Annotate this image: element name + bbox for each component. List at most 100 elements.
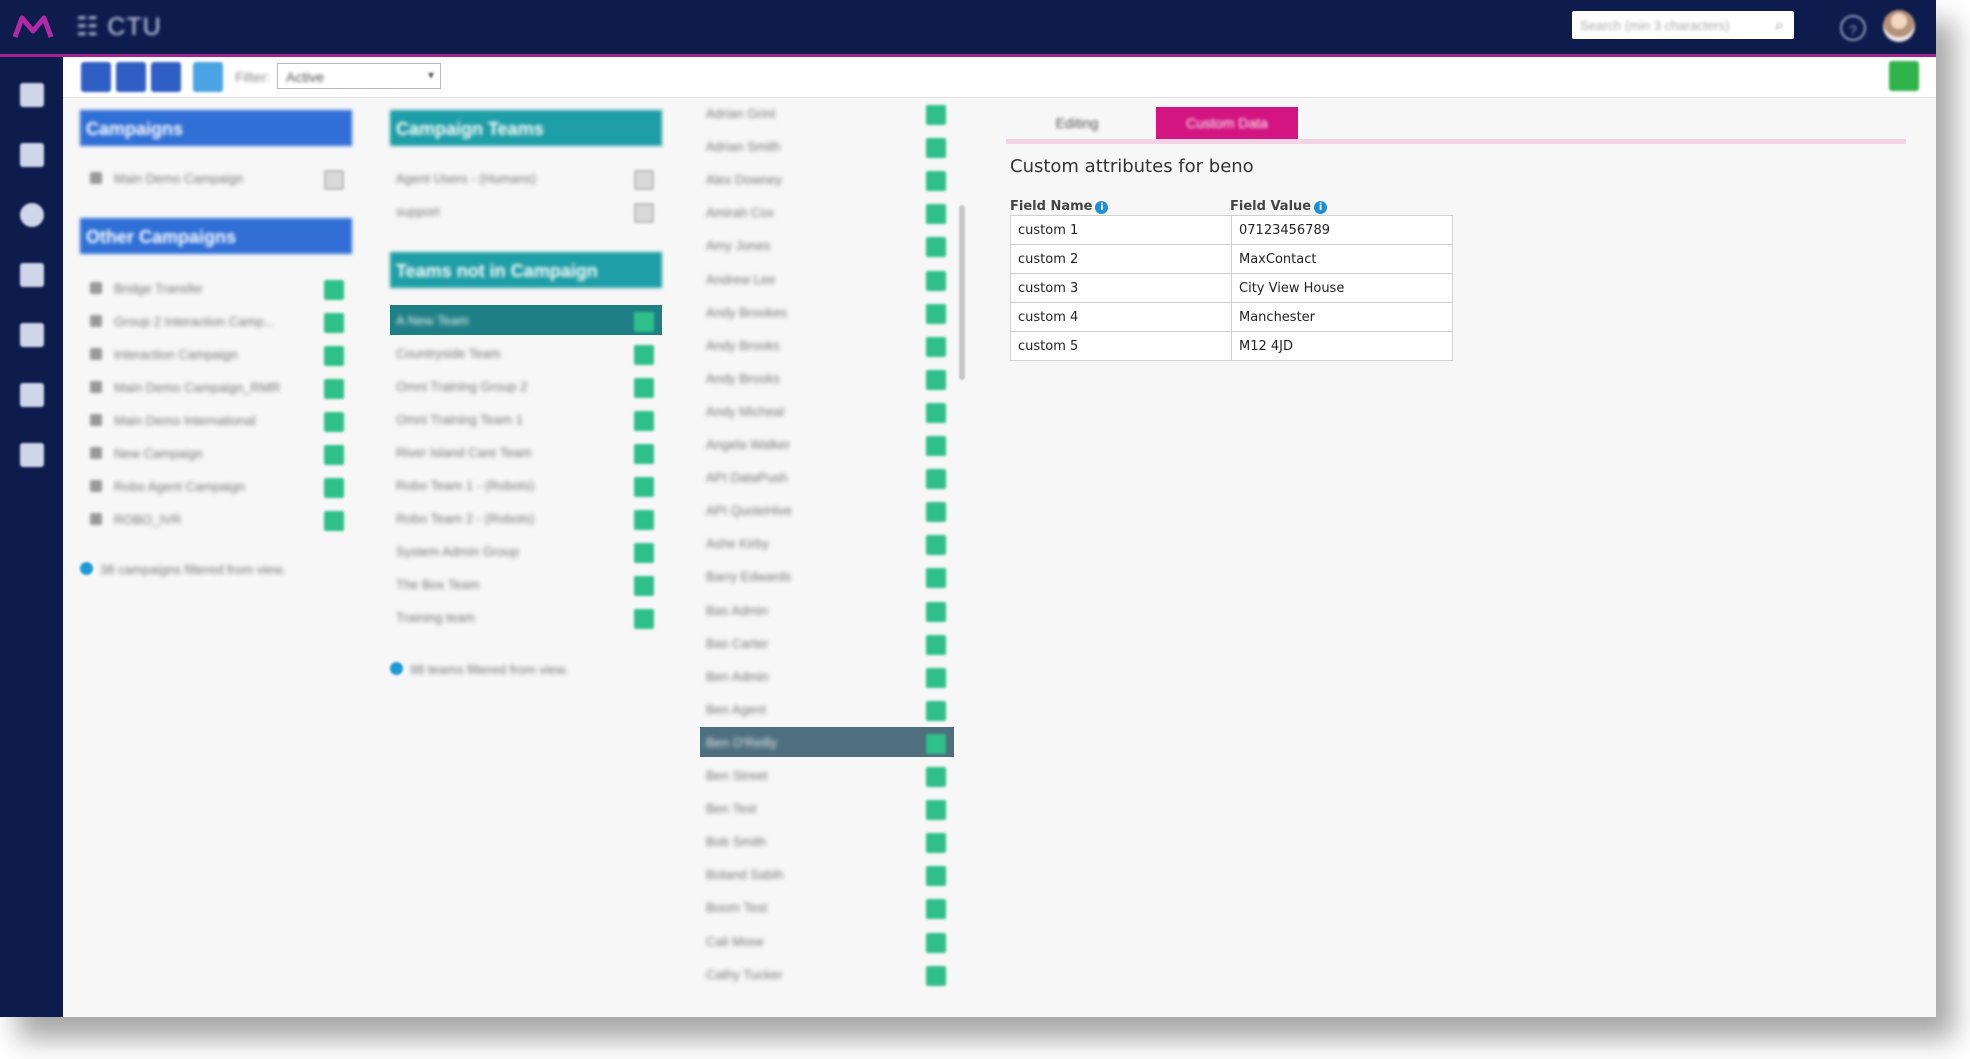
add-icon[interactable] <box>926 601 946 622</box>
brand-logo-icon[interactable] <box>12 12 54 42</box>
list-item[interactable]: Interaction Campaign <box>80 339 352 369</box>
add-icon[interactable] <box>324 379 344 399</box>
list-item[interactable]: Cali Mose <box>700 926 954 956</box>
add-icon[interactable] <box>926 634 946 655</box>
remove-icon[interactable] <box>634 203 654 223</box>
user-avatar[interactable] <box>1883 10 1915 42</box>
field-value-cell[interactable]: Manchester <box>1231 302 1453 332</box>
list-item[interactable]: The Box Team <box>390 569 662 599</box>
add-icon[interactable] <box>926 336 946 357</box>
add-icon[interactable] <box>926 138 946 159</box>
field-value-cell[interactable]: 07123456789 <box>1231 215 1453 245</box>
refresh-button[interactable] <box>193 62 223 92</box>
list-item[interactable]: Ben Test <box>700 793 954 823</box>
list-item[interactable]: Cathy Tucker <box>700 959 954 989</box>
list-item[interactable]: Ben Admin <box>700 661 954 691</box>
tab-editing[interactable]: Editing <box>1006 107 1148 139</box>
add-icon[interactable] <box>634 378 654 398</box>
add-icon[interactable] <box>926 171 946 192</box>
list-item[interactable]: ROBO_IVR <box>80 504 352 534</box>
add-icon[interactable] <box>926 733 946 754</box>
list-item[interactable]: Ben Street <box>700 760 954 790</box>
list-item[interactable]: Ben O'Reilly <box>700 726 954 757</box>
document-icon[interactable] <box>20 383 44 407</box>
list-item[interactable]: Ashe Kirby <box>700 528 954 558</box>
field-value-cell[interactable]: City View House <box>1231 273 1453 303</box>
add-icon[interactable] <box>634 510 654 530</box>
field-value-cell[interactable]: M12 4JD <box>1231 331 1453 361</box>
help-icon[interactable]: ? <box>1840 15 1866 41</box>
add-icon[interactable] <box>324 412 344 432</box>
list-item[interactable]: Ben Agent <box>700 694 954 724</box>
add-icon[interactable] <box>926 700 946 721</box>
list-item[interactable]: System Admin Group <box>390 536 662 566</box>
info-icon[interactable]: i <box>1314 201 1328 214</box>
add-icon[interactable] <box>926 270 946 291</box>
list-item[interactable]: Bas Carter <box>700 628 954 658</box>
add-icon[interactable] <box>634 543 654 563</box>
add-icon[interactable] <box>926 965 946 986</box>
add-icon[interactable] <box>926 767 946 787</box>
list-item[interactable]: Barry Edwards <box>700 561 954 591</box>
add-icon[interactable] <box>926 237 946 258</box>
list-item[interactable]: Group 2 Interaction Camp... <box>80 306 352 336</box>
export-excel-button[interactable] <box>1889 61 1919 91</box>
list-item[interactable]: Boom Test <box>700 892 954 922</box>
add-icon[interactable] <box>926 535 946 556</box>
add-icon[interactable] <box>634 576 654 596</box>
add-icon[interactable] <box>324 511 344 531</box>
user-document-button[interactable] <box>151 62 181 92</box>
list-item[interactable]: Andrew Lee <box>700 264 954 294</box>
add-icon[interactable] <box>634 477 654 497</box>
add-icon[interactable] <box>926 833 946 854</box>
add-icon[interactable] <box>926 369 946 390</box>
list-item[interactable]: A New Team <box>390 305 662 335</box>
list-item[interactable]: Main Demo Campaign_RMR <box>80 372 352 402</box>
list-item[interactable]: Andy Brooks <box>700 330 954 360</box>
add-icon[interactable] <box>634 411 654 431</box>
add-icon[interactable] <box>926 402 946 423</box>
global-search-input[interactable]: Search (min 3 characters) ⌕ <box>1572 11 1794 39</box>
copy-document-button[interactable] <box>116 62 146 92</box>
add-icon[interactable] <box>324 478 344 498</box>
list-item[interactable]: Alex Downey <box>700 164 954 194</box>
list-item[interactable]: Andy Micheal <box>700 396 954 426</box>
grid-icon[interactable] <box>20 143 44 167</box>
list-item[interactable]: Robo Team 1 - (Robots) <box>390 470 662 500</box>
list-item[interactable]: Boland Sabih <box>700 859 954 889</box>
remove-icon[interactable] <box>324 170 344 190</box>
list-item[interactable]: Robo Team 2 - (Robots) <box>390 503 662 533</box>
dashboard-icon[interactable] <box>20 203 44 227</box>
list-item[interactable]: Omni Training Group 2 <box>390 371 662 401</box>
home-icon[interactable] <box>20 83 44 107</box>
add-icon[interactable] <box>324 346 344 366</box>
filter-select[interactable]: Active ▾ <box>277 63 441 89</box>
database-icon[interactable] <box>20 263 44 287</box>
list-item[interactable]: Adrian Smith <box>700 131 954 161</box>
add-icon[interactable] <box>926 469 946 490</box>
add-icon[interactable] <box>324 313 344 333</box>
list-item[interactable]: Andy Brookes <box>700 297 954 327</box>
user-badge-icon[interactable] <box>20 323 44 347</box>
add-icon[interactable] <box>324 445 344 465</box>
add-icon[interactable] <box>926 568 946 589</box>
field-value-cell[interactable]: MaxContact <box>1231 244 1453 274</box>
tab-custom-data[interactable]: Custom Data <box>1156 107 1298 139</box>
list-item[interactable]: Amy Jones <box>700 230 954 260</box>
list-item[interactable]: Agent Users - (Humans) <box>390 163 662 193</box>
list-item[interactable]: Omni Training Team 1 <box>390 404 662 434</box>
list-item[interactable]: Angela Walker <box>700 429 954 459</box>
list-item[interactable]: support <box>390 196 662 226</box>
add-icon[interactable] <box>926 502 946 523</box>
add-icon[interactable] <box>634 312 654 332</box>
list-item[interactable]: Amirah Cox <box>700 197 954 227</box>
list-item[interactable]: Main Demo Campaign <box>80 163 352 193</box>
add-icon[interactable] <box>926 932 946 953</box>
list-item[interactable]: Bob Smith <box>700 826 954 856</box>
list-item[interactable]: Bas Admin <box>700 595 954 625</box>
list-item[interactable]: River Island Care Team <box>390 437 662 467</box>
add-icon[interactable] <box>926 866 946 887</box>
add-icon[interactable] <box>926 204 946 225</box>
add-icon[interactable] <box>634 345 654 365</box>
list-item[interactable]: Adrian Grint <box>700 98 954 128</box>
